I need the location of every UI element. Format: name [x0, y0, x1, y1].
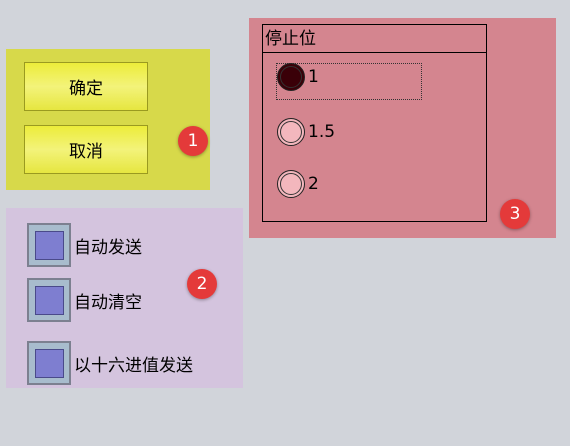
radio-label: 1: [308, 67, 319, 87]
auto-send-label: 自动发送: [74, 237, 142, 258]
checkbox-indicator: [34, 348, 64, 378]
radio-label: 2: [308, 174, 319, 194]
callout-badge-2: 2: [187, 269, 217, 299]
stop-bits-radio-1[interactable]: 1: [277, 63, 319, 91]
checkbox-indicator: [34, 285, 64, 315]
checkbox-box[interactable]: [27, 223, 71, 267]
auto-clear-checkbox[interactable]: 自动清空: [27, 278, 142, 322]
stop-bits-radio-1-5[interactable]: 1.5: [277, 118, 335, 146]
radio-label: 1.5: [308, 122, 336, 142]
hex-send-label: 以十六进值发送: [74, 355, 193, 376]
button-panel: 确定 取消: [6, 49, 210, 190]
auto-clear-label: 自动清空: [74, 292, 142, 313]
callout-badge-1: 1: [178, 126, 208, 156]
cancel-button[interactable]: 取消: [24, 125, 148, 174]
hex-send-checkbox[interactable]: 以十六进值发送: [27, 341, 193, 385]
checkbox-indicator: [34, 230, 64, 260]
radio-indicator[interactable]: [277, 118, 305, 146]
stop-bits-title: 停止位: [263, 25, 486, 53]
callout-badge-3: 3: [500, 199, 530, 229]
checkbox-box[interactable]: [27, 341, 71, 385]
checkbox-panel: 自动发送 自动清空 以十六进值发送: [6, 208, 243, 388]
radio-indicator[interactable]: [277, 170, 305, 198]
stop-bits-group: 停止位 1 1.5 2: [262, 24, 487, 222]
auto-send-checkbox[interactable]: 自动发送: [27, 223, 142, 267]
checkbox-box[interactable]: [27, 278, 71, 322]
radio-indicator[interactable]: [277, 63, 305, 91]
stop-bits-radio-2[interactable]: 2: [277, 170, 319, 198]
ok-button[interactable]: 确定: [24, 62, 148, 111]
